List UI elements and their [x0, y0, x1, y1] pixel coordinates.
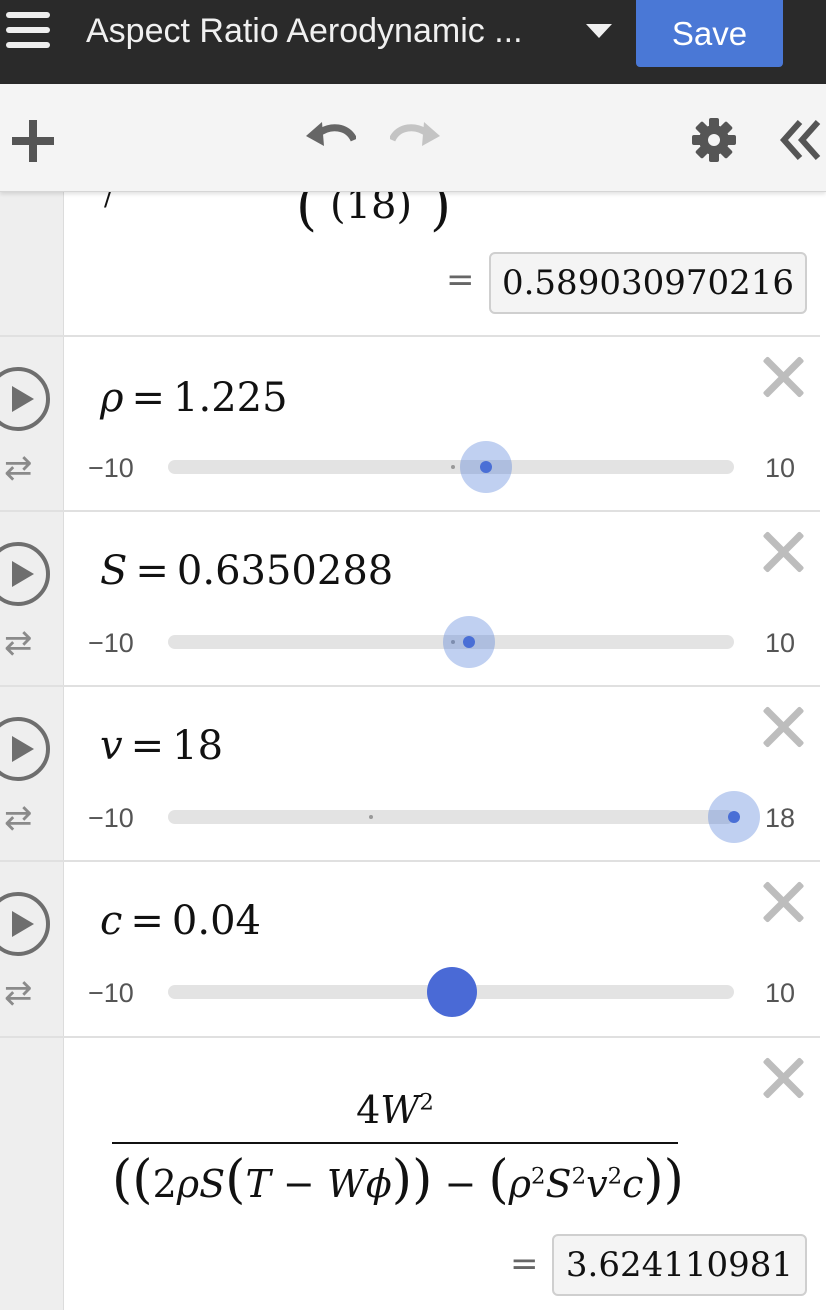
loop-icon[interactable]: ⇄: [4, 451, 33, 485]
slider-min[interactable]: −10: [88, 628, 134, 659]
slider-max[interactable]: 10: [765, 978, 795, 1009]
result-equals-sign: =: [510, 1244, 539, 1284]
slider-track[interactable]: [168, 460, 734, 474]
slider-min[interactable]: −10: [88, 978, 134, 1009]
save-button[interactable]: Save: [636, 0, 783, 67]
gear-icon[interactable]: [692, 118, 736, 162]
slider-handle[interactable]: [427, 967, 478, 1017]
slider-min[interactable]: −10: [88, 803, 134, 834]
expression-fragment: (: [296, 192, 318, 237]
slider-track[interactable]: [168, 810, 734, 824]
fraction-bar: [112, 1142, 678, 1144]
loop-icon[interactable]: ⇄: [4, 801, 33, 835]
result-value: 0.589030970216: [489, 252, 807, 314]
plus-icon[interactable]: [12, 120, 54, 162]
title-dropdown-icon[interactable]: [586, 24, 612, 38]
result-value: 3.624110981: [552, 1234, 807, 1296]
slider-expression[interactable]: ρ = 1.225: [100, 375, 288, 421]
slider-max[interactable]: 10: [765, 628, 795, 659]
loop-icon[interactable]: ⇄: [4, 976, 33, 1010]
result-equals-sign: =: [446, 260, 475, 300]
graph-title[interactable]: Aspect Ratio Aerodynamic ...: [86, 12, 566, 51]
slider-max[interactable]: 10: [765, 453, 795, 484]
slider-handle[interactable]: [442, 616, 495, 668]
loop-icon[interactable]: ⇄: [4, 626, 33, 660]
top-bar: Aspect Ratio Aerodynamic ... Save: [0, 0, 826, 84]
slider-max[interactable]: 18: [765, 803, 795, 834]
expression-list: / ( (18) ) = 0.589030970216 ⇄ ρ = 1.225 −1…: [0, 192, 826, 1310]
delete-expression-icon[interactable]: [761, 1056, 805, 1100]
delete-expression-icon[interactable]: [761, 530, 805, 574]
expression-fragment: /: [104, 192, 113, 212]
expression-fragment-value: (18): [330, 192, 413, 228]
expression-toolbar: [0, 84, 826, 192]
formula-denominator: ((2ρS(T − Wϕ)) − (ρ2S2v2c)): [112, 1150, 684, 1210]
slider-row-c[interactable]: ⇄ c = 0.04 −10 10: [0, 862, 820, 1038]
slider-handle[interactable]: [459, 441, 512, 493]
expression-fragment: ): [430, 192, 452, 237]
slider-expression[interactable]: c = 0.04: [100, 898, 261, 944]
redo-icon[interactable]: [390, 120, 442, 156]
slider-row-S[interactable]: ⇄ S = 0.6350288 −10 10: [0, 512, 820, 687]
slider-row-rho[interactable]: ⇄ ρ = 1.225 −10 10: [0, 337, 820, 512]
slider-expression[interactable]: S = 0.6350288: [100, 548, 393, 594]
slider-min[interactable]: −10: [88, 453, 134, 484]
expression-row-partial[interactable]: / ( (18) ) = 0.589030970216: [0, 192, 820, 337]
menu-icon[interactable]: [6, 12, 50, 48]
delete-expression-icon[interactable]: [761, 880, 805, 924]
collapse-panel-icon[interactable]: [780, 120, 822, 160]
delete-expression-icon[interactable]: [761, 705, 805, 749]
formula-numerator: 4W2: [356, 1088, 434, 1132]
undo-icon[interactable]: [304, 120, 356, 156]
slider-handle[interactable]: [708, 791, 760, 843]
expression-row-formula[interactable]: 4W2 ((2ρS(T − Wϕ)) − (ρ2S2v2c)) = 3.6241…: [0, 1038, 820, 1310]
delete-expression-icon[interactable]: [761, 355, 805, 399]
slider-row-v[interactable]: ⇄ v = 18 −10 18: [0, 687, 820, 862]
slider-expression[interactable]: v = 18: [100, 723, 223, 769]
